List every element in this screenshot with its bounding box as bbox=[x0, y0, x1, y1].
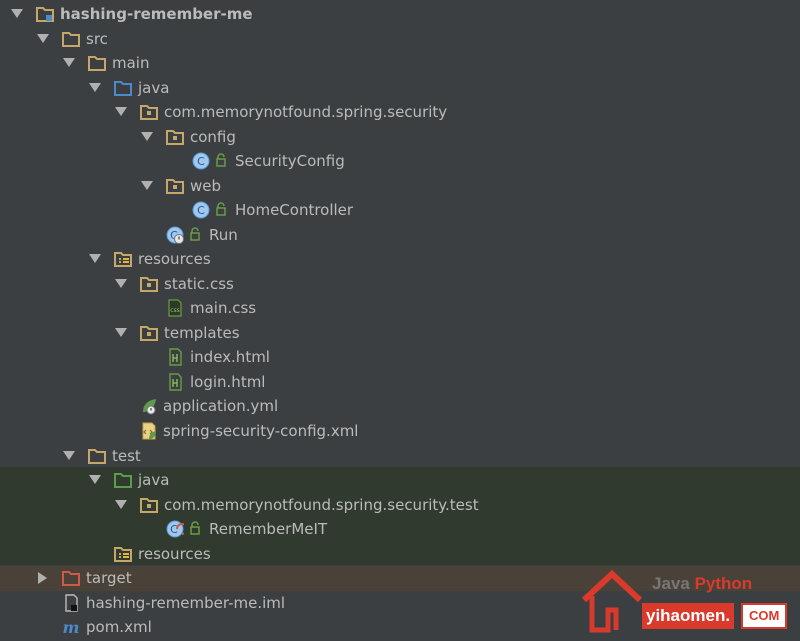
expand-arrow-icon[interactable] bbox=[63, 451, 75, 460]
lock-icon bbox=[190, 227, 200, 241]
tree-node-main[interactable]: main bbox=[0, 51, 800, 76]
package-icon bbox=[166, 179, 184, 194]
folder-icon bbox=[62, 32, 80, 47]
tree-node-config[interactable]: config bbox=[0, 125, 800, 150]
package-icon bbox=[166, 130, 184, 145]
test-root-folder-icon bbox=[114, 473, 132, 488]
source-root-folder-icon bbox=[114, 81, 132, 96]
yaml-spring-icon bbox=[143, 399, 156, 415]
resources-folder-icon bbox=[114, 252, 132, 267]
test-class-icon: C bbox=[166, 520, 184, 538]
svg-text:C: C bbox=[170, 523, 178, 536]
lock-icon bbox=[216, 202, 226, 216]
expand-arrow-icon[interactable] bbox=[115, 279, 127, 288]
tree-node-test[interactable]: test bbox=[0, 444, 800, 469]
tree-node-index-html[interactable]: index.html bbox=[0, 345, 800, 370]
spring-boot-class-icon: C bbox=[166, 226, 184, 244]
test-resources-folder-icon bbox=[114, 547, 132, 562]
excluded-folder-icon bbox=[62, 571, 80, 586]
lock-icon bbox=[216, 153, 226, 167]
expand-arrow-icon[interactable] bbox=[115, 500, 127, 509]
folder-icon bbox=[88, 449, 106, 464]
svg-text:m: m bbox=[63, 618, 80, 636]
tree-node-resources-main[interactable]: resources bbox=[0, 247, 800, 272]
tree-node-application-yml[interactable]: application.yml bbox=[0, 394, 800, 419]
html-file-icon bbox=[169, 348, 182, 366]
css-file-icon: css bbox=[168, 299, 182, 317]
package-icon bbox=[140, 105, 158, 120]
expand-arrow-icon[interactable] bbox=[115, 328, 127, 337]
tree-node-templates[interactable]: templates bbox=[0, 321, 800, 346]
tree-node-hashing-remember-me[interactable]: hashing-remember-me bbox=[0, 2, 800, 27]
tree-node-test-resources[interactable]: resources bbox=[0, 542, 800, 567]
tree-node-login-html[interactable]: login.html bbox=[0, 370, 800, 395]
xml-spring-icon bbox=[142, 422, 156, 440]
tree-node-remembermeit[interactable]: C RememberMeIT bbox=[0, 517, 800, 542]
expand-arrow-icon[interactable] bbox=[63, 58, 75, 67]
collapse-arrow-icon[interactable] bbox=[38, 572, 47, 584]
watermark-tld: COM bbox=[741, 603, 788, 629]
tree-node-spring-security-config-xml[interactable]: spring-security-config.xml bbox=[0, 419, 800, 444]
folder-icon bbox=[88, 56, 106, 71]
class-icon: C bbox=[192, 152, 210, 170]
iml-file-icon bbox=[65, 594, 78, 612]
watermark-tagline: Java Python bbox=[652, 574, 753, 593]
svg-text:css: css bbox=[170, 307, 180, 314]
watermark-site-name: yihaomen. bbox=[642, 603, 735, 629]
module-folder-icon bbox=[36, 7, 54, 22]
tree-node-test-java[interactable]: java bbox=[0, 468, 800, 493]
tree-node-static-css[interactable]: static.css bbox=[0, 272, 800, 297]
svg-text:C: C bbox=[197, 155, 205, 168]
lock-icon bbox=[190, 521, 200, 535]
svg-text:C: C bbox=[197, 204, 205, 217]
tree-node-java[interactable]: java bbox=[0, 76, 800, 101]
package-icon bbox=[140, 498, 158, 513]
expand-arrow-icon[interactable] bbox=[89, 83, 101, 92]
expand-arrow-icon[interactable] bbox=[37, 34, 49, 43]
tree-node-package-security-test[interactable]: com.memorynotfound.spring.security.test bbox=[0, 493, 800, 518]
html-file-icon bbox=[169, 373, 182, 391]
package-icon bbox=[140, 277, 158, 292]
expand-arrow-icon[interactable] bbox=[141, 181, 153, 190]
class-icon: C bbox=[192, 201, 210, 219]
expand-arrow-icon[interactable] bbox=[89, 475, 101, 484]
maven-icon: m bbox=[63, 618, 80, 636]
expand-arrow-icon[interactable] bbox=[115, 107, 127, 116]
expand-arrow-icon[interactable] bbox=[89, 254, 101, 263]
tree-node-src[interactable]: src bbox=[0, 27, 800, 52]
tree-node-web[interactable]: web bbox=[0, 174, 800, 199]
tree-node-homecontroller[interactable]: C HomeController bbox=[0, 198, 800, 223]
expand-arrow-icon[interactable] bbox=[11, 9, 23, 18]
package-icon bbox=[140, 326, 158, 341]
tree-node-securityconfig[interactable]: C SecurityConfig bbox=[0, 149, 800, 174]
tree-node-run[interactable]: C Run bbox=[0, 223, 800, 248]
tree-node-package-security[interactable]: com.memorynotfound.spring.security bbox=[0, 100, 800, 125]
expand-arrow-icon[interactable] bbox=[141, 132, 153, 141]
tree-node-main-css[interactable]: css main.css bbox=[0, 296, 800, 321]
